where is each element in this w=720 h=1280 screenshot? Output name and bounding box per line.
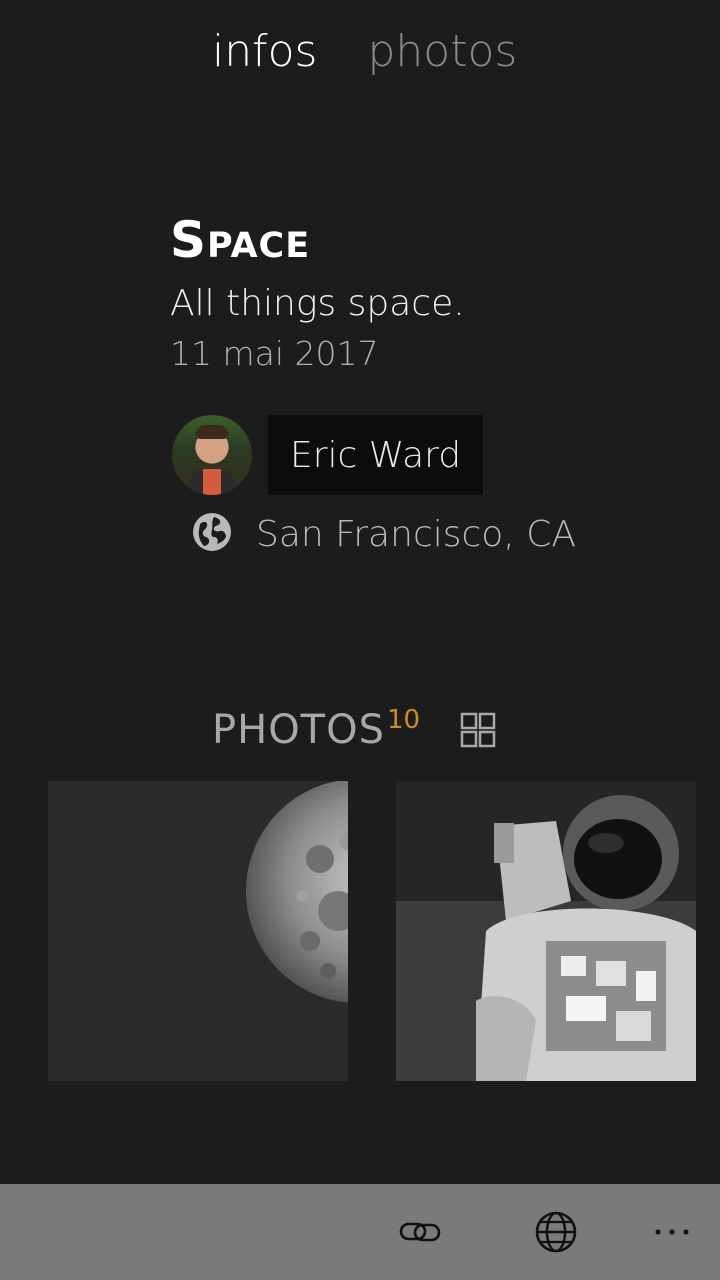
location-text: San Francisco, CA (256, 513, 576, 555)
location-row: San Francisco, CA (190, 510, 576, 558)
photo-thumbnail-astronaut[interactable] (396, 781, 696, 1081)
moon-image (48, 781, 348, 1081)
more-icon[interactable] (648, 1208, 696, 1256)
album-title: Space (170, 211, 311, 269)
tab-photos[interactable]: photos (367, 22, 517, 82)
album-date: 11 mai 2017 (170, 334, 379, 373)
astronaut-image (396, 781, 696, 1081)
tab-infos[interactable]: infos (212, 22, 317, 82)
grid-view-icon[interactable] (460, 712, 496, 748)
avatar-hair (196, 425, 228, 439)
photo-thumbnail-moon[interactable] (48, 781, 348, 1081)
photos-title: PHOTOS (212, 707, 385, 753)
album-description: All things space. (170, 283, 465, 324)
avatar[interactable] (172, 415, 252, 495)
author-block: Eric Ward (172, 415, 484, 495)
app-bar (0, 1184, 720, 1280)
link-icon[interactable] (396, 1208, 444, 1256)
globe-icon (190, 510, 234, 558)
author-name-button[interactable]: Eric Ward (268, 415, 484, 495)
pivot-header: infos photos (212, 22, 517, 82)
avatar-shirt (190, 469, 234, 495)
photos-count: 10 (387, 705, 421, 735)
photos-section-header: PHOTOS 10 (212, 700, 496, 760)
globe-icon[interactable] (532, 1208, 580, 1256)
